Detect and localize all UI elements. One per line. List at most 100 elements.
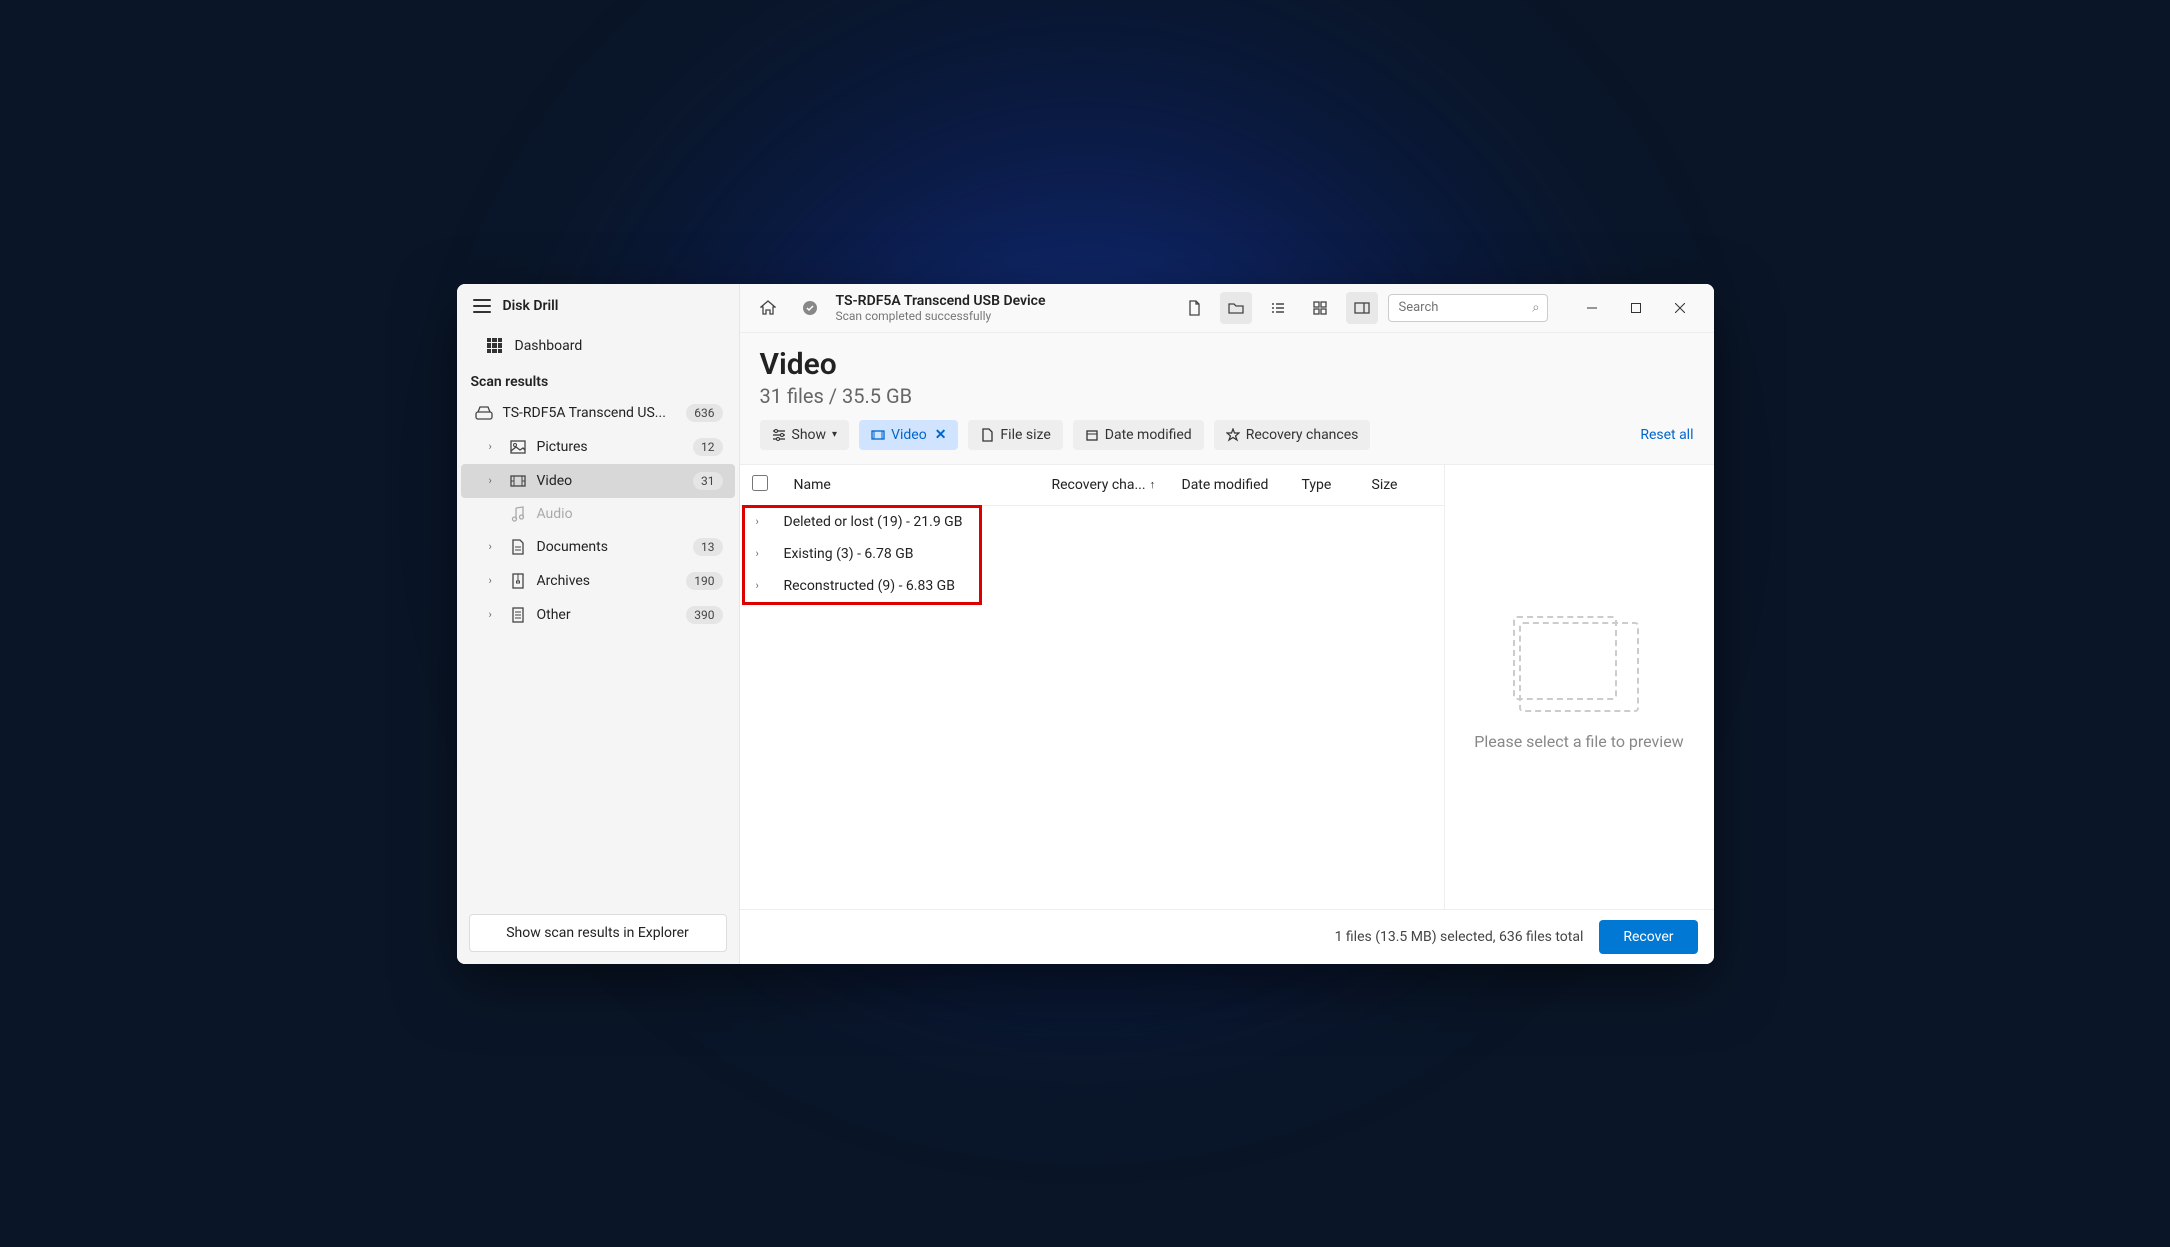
title-block: TS-RDF5A Transcend USB Device Scan compl… (836, 293, 1046, 323)
close-button[interactable] (1658, 292, 1702, 324)
folder-view-button[interactable] (1220, 292, 1252, 324)
drive-icon (475, 405, 493, 421)
select-all-checkbox[interactable] (752, 475, 768, 491)
group-label: Reconstructed (9) - 6.83 GB (774, 578, 955, 594)
chevron-right-icon: › (756, 579, 774, 592)
window-controls (1570, 292, 1702, 324)
grid-view-button[interactable] (1304, 292, 1336, 324)
close-icon[interactable]: ✕ (935, 427, 947, 443)
picture-icon (509, 439, 527, 455)
table-area: Name Recovery cha...↑ Date modified Type… (740, 464, 1714, 909)
sidebar-item-label: Documents (537, 539, 684, 555)
list-view-button[interactable] (1262, 292, 1294, 324)
count-badge: 12 (693, 438, 723, 456)
chevron-right-icon: › (489, 574, 499, 587)
sidebar-item-label: Other (537, 607, 677, 623)
date-modified-filter-chip[interactable]: Date modified (1073, 420, 1204, 450)
scan-results-label: Scan results (457, 364, 739, 396)
content-header: Video 31 files / 35.5 GB (740, 333, 1714, 420)
dashboard-label: Dashboard (515, 338, 709, 354)
sidebar-item-dashboard[interactable]: Dashboard (457, 328, 739, 364)
titlebar: TS-RDF5A Transcend USB Device Scan compl… (740, 284, 1714, 333)
sidebar-item-label: Archives (537, 573, 677, 589)
count-badge: 390 (686, 606, 722, 624)
sidebar-item-document[interactable]: › Documents 13 (461, 530, 735, 564)
chevron-right-icon: › (489, 474, 499, 487)
calendar-icon (1085, 428, 1099, 442)
group-row[interactable]: ›Existing (3) - 6.78 GB (740, 538, 1444, 570)
archive-icon (509, 573, 527, 589)
device-name: TS-RDF5A Transcend USB Device (836, 293, 1046, 309)
chevron-right-icon: › (489, 540, 499, 553)
sidebar-item-audio: Audio (461, 498, 735, 530)
group-row[interactable]: ›Reconstructed (9) - 6.83 GB (740, 570, 1444, 602)
minimize-button[interactable] (1570, 292, 1614, 324)
table-header: Name Recovery cha...↑ Date modified Type… (740, 465, 1444, 506)
other-icon (509, 607, 527, 623)
maximize-button[interactable] (1614, 292, 1658, 324)
star-icon (1226, 428, 1240, 442)
sort-asc-icon: ↑ (1150, 478, 1156, 491)
video-filter-chip[interactable]: Video ✕ (859, 420, 958, 450)
show-in-explorer-button[interactable]: Show scan results in Explorer (469, 914, 727, 952)
sidebar-item-label: TS-RDF5A Transcend US... (503, 405, 677, 421)
recovery-chances-filter-chip[interactable]: Recovery chances (1214, 420, 1371, 450)
chevron-right-icon: › (756, 547, 774, 560)
chevron-right-icon: › (489, 440, 499, 453)
chevron-right-icon: › (489, 608, 499, 621)
sidebar-item-archive[interactable]: › Archives 190 (461, 564, 735, 598)
page-subtitle: 31 files / 35.5 GB (760, 384, 1694, 408)
group-row[interactable]: ›Deleted or lost (19) - 21.9 GB (740, 506, 1444, 538)
page-title: Video (760, 347, 1694, 382)
app-window: Disk Drill Dashboard Scan results TS-RDF… (457, 284, 1714, 964)
home-button[interactable] (752, 292, 784, 324)
status-text: 1 files (13.5 MB) selected, 636 files to… (1335, 929, 1584, 945)
file-view-button[interactable] (1178, 292, 1210, 324)
sidebar: Disk Drill Dashboard Scan results TS-RDF… (457, 284, 740, 964)
file-size-filter-chip[interactable]: File size (968, 420, 1062, 450)
column-type[interactable]: Type (1302, 477, 1372, 493)
audio-icon (509, 506, 527, 522)
sidebar-item-label: Video (537, 473, 684, 489)
chevron-right-icon: › (756, 515, 774, 528)
reset-all-link[interactable]: Reset all (1640, 427, 1693, 443)
group-label: Deleted or lost (19) - 21.9 GB (774, 514, 963, 530)
grid-icon (487, 338, 503, 354)
group-label: Existing (3) - 6.78 GB (774, 546, 914, 562)
filter-row: Show ▾ Video ✕ File size Date modified R… (740, 420, 1714, 464)
count-badge: 636 (686, 404, 722, 422)
count-badge: 31 (693, 472, 723, 490)
show-filter-chip[interactable]: Show ▾ (760, 420, 850, 450)
preview-placeholder-icon (1519, 622, 1639, 712)
sidebar-header: Disk Drill (457, 284, 739, 328)
column-date[interactable]: Date modified (1182, 477, 1302, 493)
video-icon (871, 428, 885, 442)
file-icon (980, 428, 994, 442)
column-recovery[interactable]: Recovery cha...↑ (1052, 477, 1182, 493)
main-panel: TS-RDF5A Transcend USB Device Scan compl… (740, 284, 1714, 964)
preview-toggle-button[interactable] (1346, 292, 1378, 324)
column-size[interactable]: Size (1372, 477, 1432, 493)
search-wrap: ⌕ (1388, 294, 1548, 322)
sidebar-footer: Show scan results in Explorer (457, 902, 739, 964)
search-icon: ⌕ (1532, 300, 1539, 315)
chevron-down-icon: ▾ (832, 429, 837, 440)
search-input[interactable] (1388, 294, 1548, 322)
sidebar-item-video[interactable]: › Video 31 (461, 464, 735, 498)
recover-button[interactable]: Recover (1599, 920, 1697, 954)
sidebar-item-label: Pictures (537, 439, 684, 455)
sidebar-item-picture[interactable]: › Pictures 12 (461, 430, 735, 464)
app-name: Disk Drill (503, 298, 559, 314)
sidebar-item-drive[interactable]: TS-RDF5A Transcend US... 636 (461, 396, 735, 430)
column-name[interactable]: Name (780, 477, 1052, 493)
hamburger-icon[interactable] (473, 299, 491, 313)
preview-panel: Please select a file to preview (1444, 465, 1714, 909)
count-badge: 13 (693, 538, 723, 556)
sidebar-item-other[interactable]: › Other 390 (461, 598, 735, 632)
sliders-icon (772, 428, 786, 442)
table-main: Name Recovery cha...↑ Date modified Type… (740, 465, 1444, 909)
scan-status: Scan completed successfully (836, 309, 1046, 323)
count-badge: 190 (686, 572, 722, 590)
statusbar: 1 files (13.5 MB) selected, 636 files to… (740, 909, 1714, 964)
scan-complete-icon (794, 292, 826, 324)
